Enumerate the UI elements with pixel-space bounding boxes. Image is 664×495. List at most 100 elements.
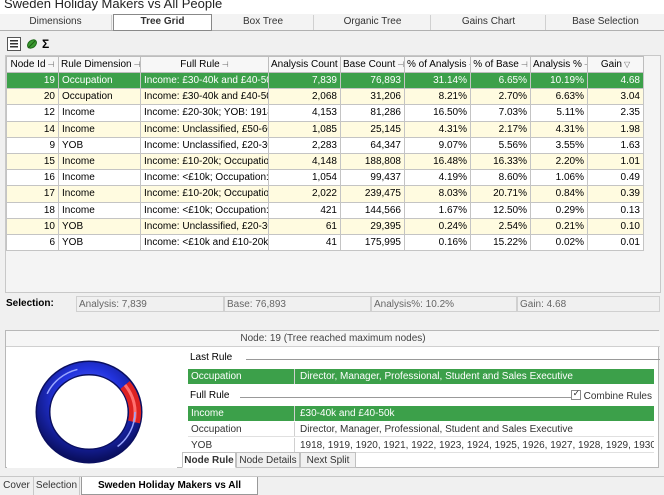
table-cell[interactable]: 29,395 <box>340 217 405 235</box>
table-cell[interactable]: 2.20% <box>530 152 588 171</box>
tab-gains-chart[interactable]: Gains Chart <box>432 15 546 30</box>
table-row[interactable]: 20 Occupation Income: £30-40k and £40-50k;… <box>6 88 644 106</box>
table-cell[interactable]: Income: £10-20k; Occupation: <box>140 185 269 203</box>
table-row[interactable]: 19 Occupation Income: £30-40k and £40-50k;… <box>6 71 644 90</box>
table-cell[interactable]: Income: £20-30k; YOB: 1918, 1 <box>140 104 269 122</box>
table-cell[interactable]: 1.67% <box>404 201 471 219</box>
table-cell[interactable]: 10.19% <box>530 71 588 90</box>
table-cell[interactable]: 9 <box>6 136 59 154</box>
table-cell[interactable]: 421 <box>268 201 341 219</box>
sort-icon[interactable]: ▽ <box>624 60 630 69</box>
table-cell[interactable]: 4.68 <box>587 71 644 90</box>
checkbox-icon[interactable] <box>570 388 581 400</box>
column-header[interactable]: Gain ▽ <box>587 56 644 73</box>
table-cell[interactable]: Income <box>58 169 141 187</box>
table-cell[interactable]: Occupation <box>58 88 141 106</box>
table-cell[interactable]: 12 <box>6 104 59 122</box>
table-cell[interactable]: 41 <box>268 233 341 252</box>
table-cell[interactable]: 3.55% <box>530 136 588 154</box>
table-cell[interactable]: Income: <£10k; Occupation: U <box>140 169 269 187</box>
combine-rules-checkbox[interactable]: Combine Rules <box>570 388 652 402</box>
leaf-icon[interactable] <box>25 37 39 51</box>
pin-icon[interactable]: ⊣ <box>134 60 140 69</box>
table-cell[interactable]: 239,475 <box>340 185 405 203</box>
table-cell[interactable]: 144,566 <box>340 201 405 219</box>
table-row[interactable]: 18 Income Income: <£10k; Occupation: M 421 1… <box>6 201 644 219</box>
table-cell[interactable]: 25,145 <box>340 120 405 138</box>
table-cell[interactable]: 175,995 <box>340 233 405 252</box>
table-cell[interactable]: 8.60% <box>470 169 531 187</box>
table-cell[interactable]: 61 <box>268 217 341 235</box>
table-cell[interactable]: Income <box>58 185 141 203</box>
table-cell[interactable]: 0.29% <box>530 201 588 219</box>
table-cell[interactable]: Income: <£10k; Occupation: M <box>140 201 269 219</box>
table-cell[interactable]: 20.71% <box>470 185 531 203</box>
table-row[interactable]: 16 Income Income: <£10k; Occupation: U 1,05… <box>6 169 644 187</box>
table-cell[interactable]: 1,085 <box>268 120 341 138</box>
column-header[interactable]: Base Count ⊣ <box>340 56 405 73</box>
table-cell[interactable]: 4.19% <box>404 169 471 187</box>
table-cell[interactable]: Income: £10-20k; Occupation: <box>140 152 269 171</box>
table-cell[interactable]: 15 <box>6 152 59 171</box>
table-cell[interactable]: 2,022 <box>268 185 341 203</box>
table-cell[interactable]: 0.02% <box>530 233 588 252</box>
pin-icon[interactable]: ⊣ <box>521 60 528 69</box>
list-view-icon[interactable] <box>7 37 21 51</box>
table-cell[interactable]: YOB <box>58 233 141 252</box>
tab-selection[interactable]: Selection <box>34 477 80 495</box>
table-cell[interactable]: 18 <box>6 201 59 219</box>
table-cell[interactable]: 8.03% <box>404 185 471 203</box>
pin-icon[interactable]: ⊣ <box>397 60 403 69</box>
tab-dimensions[interactable]: Dimensions <box>0 15 112 30</box>
table-cell[interactable]: 15.22% <box>470 233 531 252</box>
table-cell[interactable]: 1,054 <box>268 169 341 187</box>
table-cell[interactable]: 14 <box>6 120 59 138</box>
table-cell[interactable]: 19 <box>6 71 59 90</box>
last-rule-row[interactable]: Occupation Director, Manager, Profession… <box>188 369 654 384</box>
column-header[interactable]: Rule Dimension ⊣ <box>58 56 141 73</box>
table-cell[interactable]: 1.06% <box>530 169 588 187</box>
table-cell[interactable]: 5.11% <box>530 104 588 122</box>
column-header[interactable]: % of Analysis⊣ <box>404 56 471 73</box>
column-header[interactable]: Analysis %⊣ <box>530 56 588 73</box>
table-cell[interactable]: Income: Unclassified, £20-30k, <box>140 217 269 235</box>
table-cell[interactable]: 0.49 <box>587 169 644 187</box>
table-cell[interactable]: 9.07% <box>404 136 471 154</box>
table-cell[interactable]: 16.50% <box>404 104 471 122</box>
table-cell[interactable]: 0.13 <box>587 201 644 219</box>
table-cell[interactable]: 0.21% <box>530 217 588 235</box>
pin-icon[interactable]: ⊣ <box>48 60 55 69</box>
table-cell[interactable]: 12.50% <box>470 201 531 219</box>
table-cell[interactable]: 31.14% <box>404 71 471 90</box>
table-cell[interactable]: Income <box>58 201 141 219</box>
tab-sweden-holiday-makers[interactable]: Sweden Holiday Makers vs All People <box>81 477 258 495</box>
table-cell[interactable]: 0.16% <box>404 233 471 252</box>
pin-icon[interactable]: ⊣ <box>222 60 229 69</box>
table-cell[interactable]: 16 <box>6 169 59 187</box>
table-cell[interactable]: Income: Unclassified, £20-30k, <box>140 136 269 154</box>
table-cell[interactable]: 10 <box>6 217 59 235</box>
table-cell[interactable]: 76,893 <box>340 71 405 90</box>
table-cell[interactable]: 81,286 <box>340 104 405 122</box>
table-cell[interactable]: 7.03% <box>470 104 531 122</box>
table-cell[interactable]: 0.84% <box>530 185 588 203</box>
column-header[interactable]: % of Base ⊣ <box>470 56 531 73</box>
table-cell[interactable]: 31,206 <box>340 88 405 106</box>
table-cell[interactable]: 6.65% <box>470 71 531 90</box>
table-cell[interactable]: 188,808 <box>340 152 405 171</box>
sigma-icon[interactable]: Σ <box>42 37 56 51</box>
table-cell[interactable]: Income: <£10k and £10-20k; Y <box>140 233 269 252</box>
table-cell[interactable]: Income: £30-40k and £40-50k; <box>140 88 269 106</box>
table-cell[interactable]: 2.70% <box>470 88 531 106</box>
table-row[interactable]: 9 YOB Income: Unclassified, £20-30k, 2,283 6… <box>6 136 644 154</box>
table-cell[interactable]: 2.35 <box>587 104 644 122</box>
column-header[interactable]: Analysis Count⊣ <box>268 56 341 73</box>
table-row[interactable]: 12IncomeIncome: £20-30k; YOB: 1918, 14,1… <box>6 104 644 122</box>
tab-base-selection[interactable]: Base Selection <box>547 15 664 30</box>
table-cell[interactable]: 4.31% <box>530 120 588 138</box>
table-cell[interactable]: 0.01 <box>587 233 644 252</box>
subtab-node-rule[interactable]: Node Rule <box>182 452 236 468</box>
table-cell[interactable]: Income <box>58 104 141 122</box>
table-cell[interactable]: 3.04 <box>587 88 644 106</box>
table-cell[interactable]: 4.31% <box>404 120 471 138</box>
